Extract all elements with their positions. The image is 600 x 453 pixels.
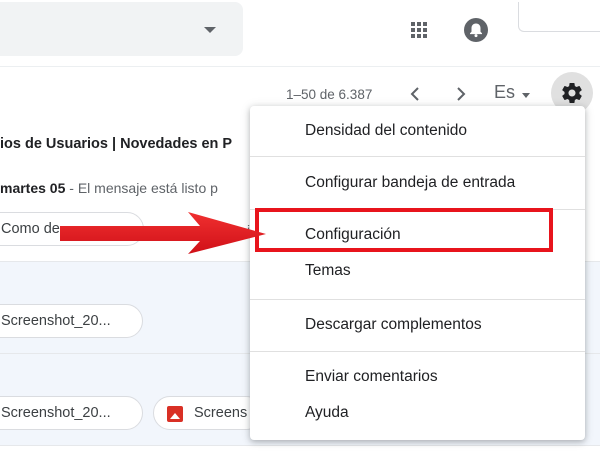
attachment-chip[interactable]: Screenshot_20... [0, 304, 143, 338]
annotation-arrow-icon [60, 212, 266, 254]
input-language-button[interactable]: Es [494, 82, 515, 103]
image-file-icon [167, 406, 183, 422]
attachment-chip-label: Screens [194, 405, 248, 421]
apps-grid-icon[interactable] [407, 18, 431, 42]
menu-item-descargar-complementos[interactable]: Descargar complementos [250, 316, 585, 334]
email-snippet: martes 05 - El mensaje está listo p [0, 180, 218, 196]
email-row-next [0, 446, 600, 453]
gear-icon [560, 81, 584, 105]
menu-item-ayuda[interactable]: Ayuda [250, 404, 585, 422]
menu-divider [250, 156, 585, 157]
email-date: martes 05 [0, 180, 66, 196]
menu-divider [250, 299, 585, 300]
email-subject: ios de Usuarios | Novedades en P [0, 136, 233, 152]
chevron-down-icon[interactable] [522, 93, 530, 98]
search-options-caret-icon[interactable] [204, 27, 216, 33]
chevron-right-icon[interactable] [453, 85, 469, 103]
menu-item-configurar-bandeja[interactable]: Configurar bandeja de entrada [250, 174, 585, 192]
search-bar[interactable] [0, 2, 243, 56]
notifications-icon[interactable] [463, 17, 489, 43]
menu-divider [250, 351, 585, 352]
menu-item-temas[interactable]: Temas [250, 262, 585, 280]
pagination-count: 1–50 de 6.387 [286, 87, 373, 102]
attachment-chip[interactable]: Screenshot_20... [0, 396, 143, 430]
settings-menu: Densidad del contenido Configurar bandej… [250, 106, 585, 440]
annotation-highlight-box [255, 208, 553, 252]
chevron-left-icon[interactable] [407, 85, 423, 103]
attachment-chip-image[interactable]: Screens [153, 396, 263, 430]
menu-item-densidad[interactable]: Densidad del contenido [250, 122, 585, 140]
account-area[interactable] [518, 2, 600, 32]
email-snippet-text: - El mensaje está listo p [65, 180, 218, 196]
top-header [0, 0, 600, 66]
menu-item-enviar-comentarios[interactable]: Enviar comentarios [250, 368, 585, 386]
